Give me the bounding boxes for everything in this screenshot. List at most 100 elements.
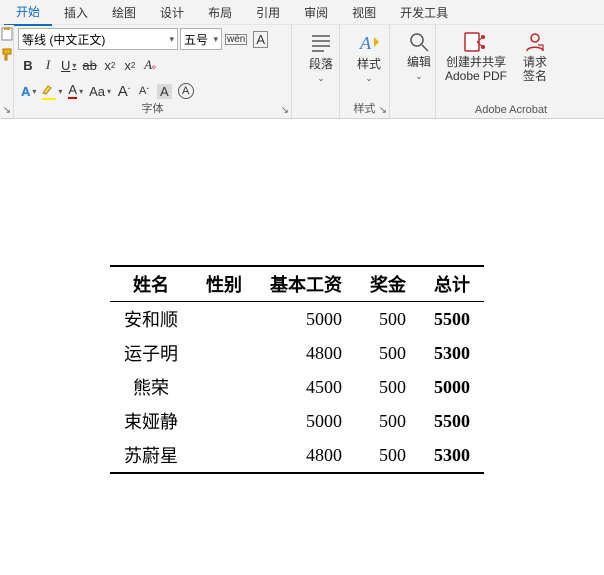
cell-name: 苏蔚星 xyxy=(110,438,192,473)
cell-bonus: 500 xyxy=(356,404,420,438)
font-launcher-icon[interactable]: ↘ xyxy=(281,105,289,116)
col-base: 基本工资 xyxy=(256,266,356,302)
italic-button[interactable]: I xyxy=(38,54,58,76)
tab-developer[interactable]: 开发工具 xyxy=(388,0,460,25)
sign-icon xyxy=(524,31,546,53)
cell-base: 4800 xyxy=(256,438,356,473)
char-shading-button[interactable]: A xyxy=(154,80,175,102)
phonetic-guide-button[interactable]: wén xyxy=(222,28,250,50)
cell-total: 5000 xyxy=(420,370,484,404)
cell-name: 运子明 xyxy=(110,336,192,370)
find-icon xyxy=(408,31,430,53)
cell-sex xyxy=(192,302,256,337)
table-row: 安和顺 5000 500 5500 xyxy=(110,302,484,337)
chevron-down-icon: ▾ xyxy=(169,34,174,45)
font-name-select[interactable]: 等线 (中文正文) ▾ xyxy=(18,28,178,50)
superscript-button[interactable]: x2 xyxy=(120,54,140,76)
tab-home[interactable]: 开始 xyxy=(4,0,52,26)
styles-label: 样式 xyxy=(357,57,381,71)
table-row: 束娅静 5000 500 5500 xyxy=(110,404,484,438)
paragraph-group: 段落 ⌄ xyxy=(292,25,340,118)
table-body: 安和顺 5000 500 5500 运子明 4800 500 5300 熊荣 4… xyxy=(110,302,484,474)
styles-button[interactable]: A 样式 ⌄ xyxy=(344,27,394,84)
tab-design[interactable]: 设计 xyxy=(148,0,196,25)
shrink-font-button[interactable]: Aˇ xyxy=(134,80,154,102)
clear-format-button[interactable]: Aᵩ xyxy=(140,54,160,76)
cell-total: 5500 xyxy=(420,404,484,438)
document-area[interactable]: 姓名 性别 基本工资 奖金 总计 安和顺 5000 500 5500 运子明 4… xyxy=(0,119,604,575)
tab-draw[interactable]: 绘图 xyxy=(100,0,148,25)
cell-bonus: 500 xyxy=(356,438,420,473)
chevron-down-icon: ⌄ xyxy=(365,73,373,84)
underline-button[interactable]: U xyxy=(58,54,79,76)
clipboard-launcher-icon[interactable]: ↘ xyxy=(3,105,11,116)
create-pdf-label2: Adobe PDF xyxy=(445,69,507,83)
subscript-button[interactable]: x2 xyxy=(100,54,120,76)
cell-total: 5500 xyxy=(420,302,484,337)
chevron-down-icon: ⌄ xyxy=(415,71,423,82)
font-size-select[interactable]: 五号 ▾ xyxy=(180,28,222,50)
char-border-button[interactable]: A xyxy=(250,28,271,50)
tab-review[interactable]: 审阅 xyxy=(292,0,340,25)
font-group-label: 字体 xyxy=(14,100,291,118)
font-name-value: 等线 (中文正文) xyxy=(22,31,105,48)
cell-base: 4500 xyxy=(256,370,356,404)
request-sign-button[interactable]: 请求 签名 xyxy=(512,27,558,83)
table-row: 苏蔚星 4800 500 5300 xyxy=(110,438,484,473)
salary-table: 姓名 性别 基本工资 奖金 总计 安和顺 5000 500 5500 运子明 4… xyxy=(110,265,484,474)
col-name: 姓名 xyxy=(110,266,192,302)
tab-references[interactable]: 引用 xyxy=(244,0,292,25)
bold-button[interactable]: B xyxy=(18,54,38,76)
table-row: 熊荣 4500 500 5000 xyxy=(110,370,484,404)
cell-sex xyxy=(192,336,256,370)
create-pdf-button[interactable]: 创建并共享 Adobe PDF xyxy=(440,27,512,83)
cell-name: 安和顺 xyxy=(110,302,192,337)
text-effects-button[interactable]: A xyxy=(18,80,39,102)
tab-view[interactable]: 视图 xyxy=(340,0,388,25)
cell-name: 束娅静 xyxy=(110,404,192,438)
font-group: 等线 (中文正文) ▾ 五号 ▾ wén A B I U ab x2 x2 Aᵩ xyxy=(14,25,292,118)
font-size-value: 五号 xyxy=(184,31,208,48)
cell-bonus: 500 xyxy=(356,336,420,370)
change-case-button[interactable]: Aa xyxy=(86,80,114,102)
styles-group: A 样式 ⌄ 样式 ↘ xyxy=(340,25,390,118)
clipboard-group-partial: ↘ xyxy=(0,25,14,118)
format-painter-icon[interactable] xyxy=(1,47,13,61)
sign-label2: 签名 xyxy=(523,69,547,83)
cell-base: 5000 xyxy=(256,302,356,337)
editing-group: 编辑 ⌄ xyxy=(390,25,436,118)
paragraph-button[interactable]: 段落 ⌄ xyxy=(296,27,346,84)
svg-text:A: A xyxy=(359,33,372,53)
cell-base: 4800 xyxy=(256,336,356,370)
chevron-down-icon: ⌄ xyxy=(317,73,325,84)
cell-sex xyxy=(192,404,256,438)
styles-launcher-icon[interactable]: ↘ xyxy=(379,105,387,116)
editing-label: 编辑 xyxy=(407,55,431,69)
cell-bonus: 500 xyxy=(356,302,420,337)
col-sex: 性别 xyxy=(192,266,256,302)
col-total: 总计 xyxy=(420,266,484,302)
styles-icon: A xyxy=(356,31,382,55)
tab-layout[interactable]: 布局 xyxy=(196,0,244,25)
cell-total: 5300 xyxy=(420,438,484,473)
enclose-char-button[interactable]: A xyxy=(175,80,197,102)
create-pdf-label1: 创建并共享 xyxy=(446,55,506,69)
font-color-button[interactable]: A xyxy=(65,80,86,102)
col-bonus: 奖金 xyxy=(356,266,420,302)
paragraph-label: 段落 xyxy=(309,57,333,71)
cell-name: 熊荣 xyxy=(110,370,192,404)
cell-sex xyxy=(192,370,256,404)
pdf-share-icon xyxy=(463,31,489,53)
acrobat-group: 创建并共享 Adobe PDF 请求 签名 Adobe Acrobat xyxy=(436,25,586,118)
grow-font-button[interactable]: Aˆ xyxy=(114,80,134,102)
sign-label1: 请求 xyxy=(523,55,547,69)
ribbon-tabs: 开始 插入 绘图 设计 布局 引用 审阅 视图 开发工具 xyxy=(0,0,604,24)
cell-sex xyxy=(192,438,256,473)
paste-icon[interactable] xyxy=(1,27,13,41)
highlight-button[interactable] xyxy=(39,80,65,102)
strike-button[interactable]: ab xyxy=(79,54,99,76)
tab-insert[interactable]: 插入 xyxy=(52,0,100,25)
cell-base: 5000 xyxy=(256,404,356,438)
chevron-down-icon: ▾ xyxy=(213,34,218,45)
ribbon-body: ↘ 等线 (中文正文) ▾ 五号 ▾ wén A B I U ab xyxy=(0,24,604,118)
